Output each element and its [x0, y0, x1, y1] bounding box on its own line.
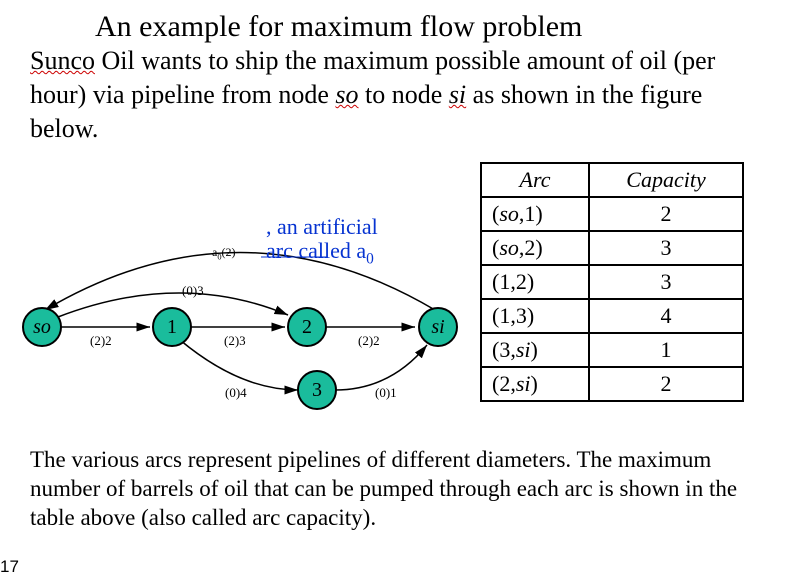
cell-arc-post: )	[531, 337, 538, 362]
intro-paragraph: Sunco Oil wants to ship the maximum poss…	[0, 44, 794, 145]
table-row: (so,2) 3	[481, 231, 743, 265]
cell-arc-it: si	[516, 371, 531, 396]
table-row: (so,1) 2	[481, 197, 743, 231]
arc-3-si	[335, 345, 427, 390]
node-si-ref: si	[449, 80, 466, 109]
cell-arc-post: ,1)	[519, 201, 543, 226]
cell-cap: 4	[589, 299, 743, 333]
label-1-2: (2)3	[224, 333, 246, 349]
table-row: (1,3) 4	[481, 299, 743, 333]
cell-cap: 2	[589, 367, 743, 401]
cell-arc-post: )	[531, 371, 538, 396]
node-3: 3	[297, 370, 337, 410]
cell-arc: (1,3)	[492, 303, 534, 328]
cell-arc-post: ,2)	[519, 235, 543, 260]
sunco-word: Sunco	[30, 46, 95, 75]
node-2: 2	[287, 307, 327, 347]
intro-text-2: to node	[359, 80, 449, 109]
artificial-arc-label: , an artificial arc called a0	[266, 215, 378, 269]
cell-arc: (2,	[492, 371, 516, 396]
artificial-line2: arc called a	[266, 238, 366, 263]
label-2-si: (2)2	[358, 333, 380, 349]
page-title: An example for maximum flow problem	[0, 0, 794, 44]
th-arc: Arc	[481, 163, 589, 197]
cell-cap: 3	[589, 265, 743, 299]
a0-flow-label: a0(2)	[212, 245, 236, 261]
table-row: (2,si) 2	[481, 367, 743, 401]
label-1-3: (0)4	[225, 385, 247, 401]
node-si: si	[418, 307, 458, 347]
capacity-table: Arc Capacity (so,1) 2 (so,2) 3 (1,2) 3 (…	[480, 162, 744, 402]
explanation-paragraph: The various arcs represent pipelines of …	[30, 446, 764, 532]
cell-arc: (1,2)	[492, 269, 534, 294]
th-capacity: Capacity	[589, 163, 743, 197]
flow-diagram: , an artificial arc called a0 a0(2) (2)2…	[10, 185, 480, 425]
a0-cap: (2)	[222, 245, 236, 259]
table-row: (3,si) 1	[481, 333, 743, 367]
cell-cap: 3	[589, 231, 743, 265]
artificial-sub: 0	[366, 251, 374, 268]
node-so-ref: so	[335, 80, 358, 109]
label-so-2: (0)3	[182, 283, 204, 299]
label-3-si: (0)1	[375, 385, 397, 401]
cell-cap: 1	[589, 333, 743, 367]
label-so-1: (2)2	[90, 333, 112, 349]
artificial-line1: , an artificial	[266, 215, 378, 239]
page-number: 17	[0, 557, 19, 577]
cell-cap: 2	[589, 197, 743, 231]
cell-arc: (3,	[492, 337, 516, 362]
cell-arc-it: so	[499, 235, 519, 260]
cell-arc-it: so	[499, 201, 519, 226]
table-row: (1,2) 3	[481, 265, 743, 299]
cell-arc-it: si	[516, 337, 531, 362]
node-1: 1	[152, 307, 192, 347]
node-so: so	[22, 307, 62, 347]
